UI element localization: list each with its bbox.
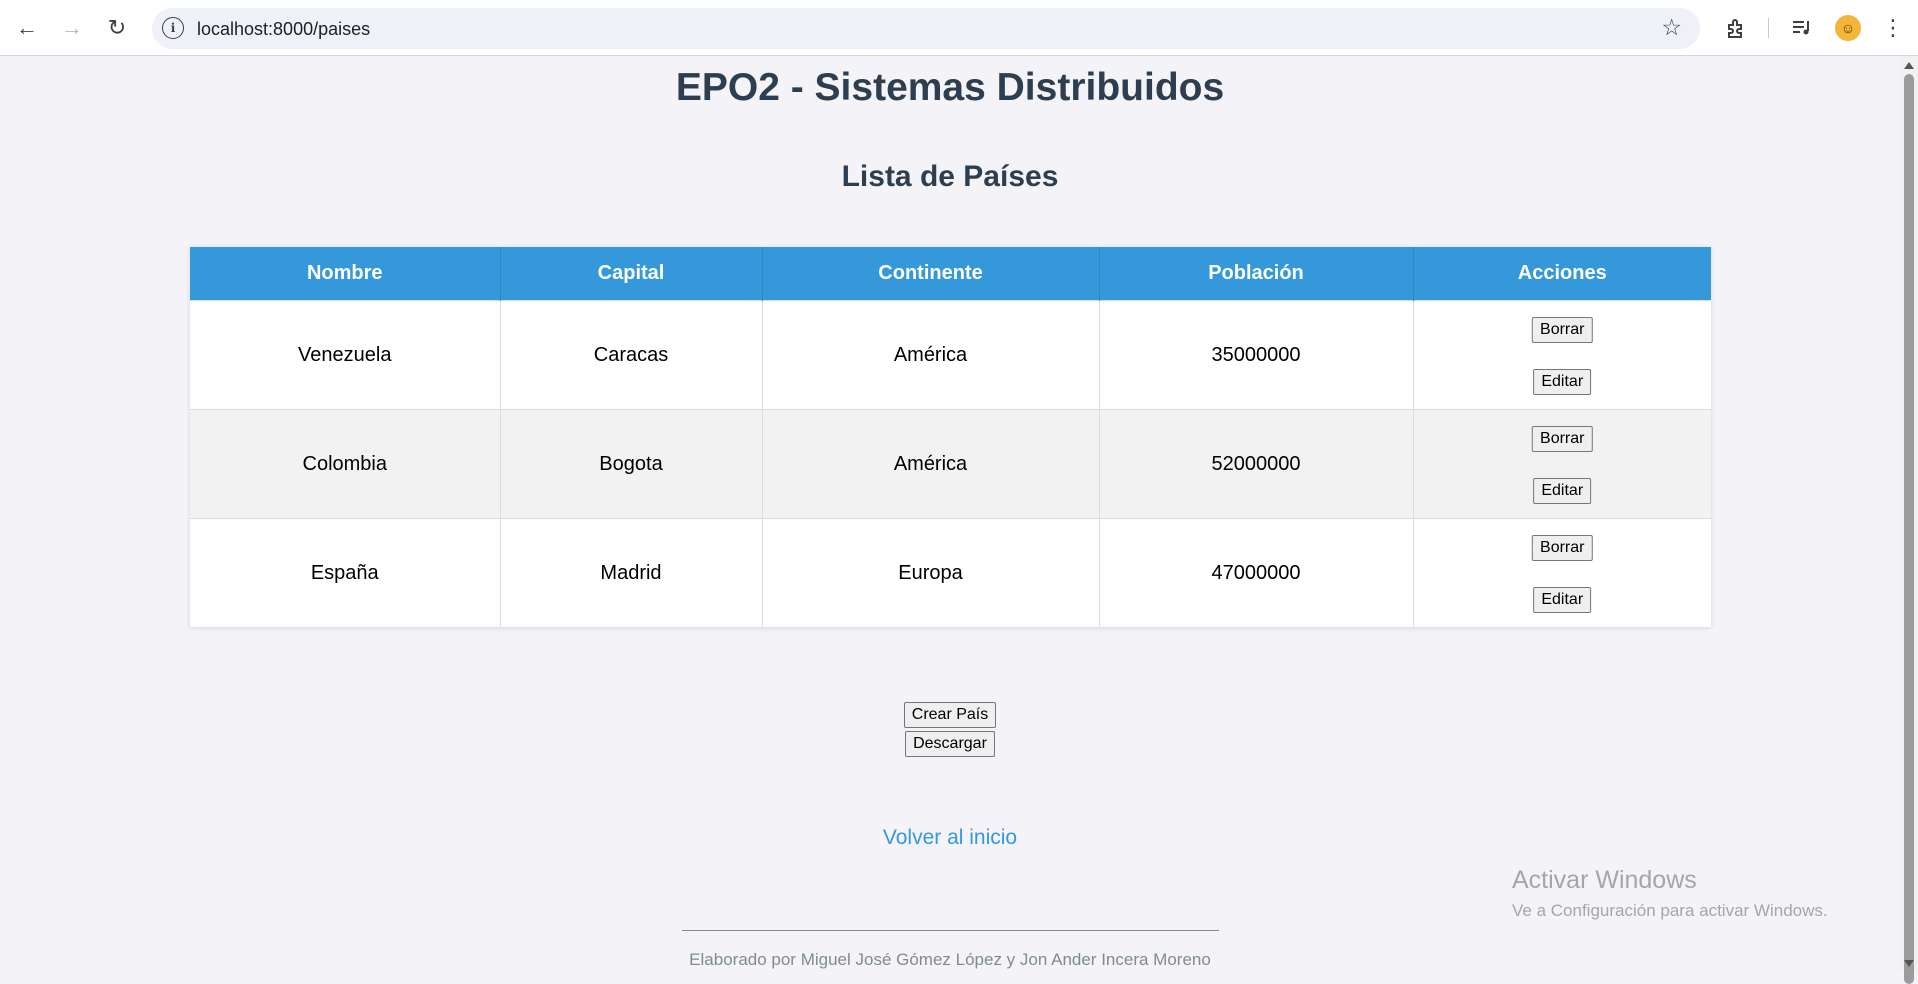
cell-acciones: Borrar Editar (1413, 409, 1711, 519)
cell-continente: América (762, 409, 1100, 519)
column-header-acciones: Acciones (1413, 247, 1711, 301)
column-header-continente: Continente (762, 247, 1100, 301)
watermark-title: Activar Windows (1512, 866, 1697, 894)
cell-capital: Madrid (500, 518, 763, 627)
address-url[interactable]: localhost:8000/paises (197, 19, 370, 40)
cell-acciones: Borrar Editar (1413, 518, 1711, 627)
page-actions: Crear País Descargar (0, 702, 1900, 760)
kebab-menu-icon[interactable]: ⋮ (1876, 10, 1910, 46)
table-row: España Madrid Europa 47000000 Borrar Edi… (190, 518, 1711, 627)
bookmark-star-icon[interactable]: ☆ (1661, 14, 1682, 41)
cell-continente: América (762, 300, 1100, 410)
cell-nombre: Colombia (190, 409, 501, 519)
delete-button[interactable]: Borrar (1532, 535, 1593, 561)
address-bar[interactable]: i localhost:8000/paises ☆ (152, 8, 1700, 49)
column-header-nombre: Nombre (190, 247, 501, 301)
countries-table: Nombre Capital Continente Población Acci… (190, 247, 1711, 627)
cell-capital: Caracas (500, 300, 763, 410)
cell-capital: Bogota (500, 409, 763, 519)
browser-toolbar: ← → ↻ i localhost:8000/paises ☆ ☺ ⋮ (0, 0, 1918, 56)
cell-poblacion: 52000000 (1099, 409, 1414, 519)
extensions-puzzle-icon[interactable] (1719, 10, 1753, 46)
windows-activation-watermark: Activar Windows Ve a Configuración para … (1512, 866, 1828, 921)
back-home-link-wrapper: Volver al inicio (0, 826, 1900, 850)
cell-nombre: España (190, 518, 501, 627)
footer-credits: Elaborado por Miguel José Gómez López y … (689, 950, 1211, 969)
cell-acciones: Borrar Editar (1413, 300, 1711, 410)
vertical-scrollbar[interactable] (1900, 56, 1918, 984)
forward-arrow-icon[interactable]: → (52, 8, 92, 48)
watermark-subtitle: Ve a Configuración para activar Windows. (1512, 901, 1828, 920)
toolbar-separator (1768, 18, 1769, 38)
page-title: EPO2 - Sistemas Distribuidos (675, 66, 1225, 109)
reload-icon[interactable]: ↻ (97, 8, 137, 48)
delete-button[interactable]: Borrar (1532, 426, 1593, 452)
site-info-icon[interactable]: i (162, 17, 184, 39)
column-header-poblacion: Población (1099, 247, 1414, 301)
table-header-row: Nombre Capital Continente Población Acci… (190, 247, 1711, 301)
cell-poblacion: 47000000 (1099, 518, 1414, 627)
back-home-link[interactable]: Volver al inicio (883, 826, 1017, 849)
cell-poblacion: 35000000 (1099, 300, 1414, 410)
footer-divider (682, 930, 1219, 931)
media-controls-icon[interactable] (1785, 10, 1819, 46)
table-row: Venezuela Caracas América 35000000 Borra… (190, 300, 1711, 410)
profile-avatar[interactable]: ☺ (1835, 15, 1861, 41)
section-title: Lista de Países (841, 160, 1059, 193)
edit-button[interactable]: Editar (1533, 369, 1592, 395)
edit-button[interactable]: Editar (1533, 587, 1592, 613)
cell-continente: Europa (762, 518, 1100, 627)
download-button[interactable]: Descargar (905, 731, 995, 757)
create-country-button[interactable]: Crear País (903, 702, 997, 728)
table-row: Colombia Bogota América 52000000 Borrar … (190, 409, 1711, 519)
edit-button[interactable]: Editar (1533, 478, 1592, 504)
scroll-thumb[interactable] (1904, 74, 1914, 984)
back-arrow-icon[interactable]: ← (7, 8, 47, 48)
scroll-down-arrow-icon[interactable] (1904, 960, 1914, 967)
delete-button[interactable]: Borrar (1532, 317, 1593, 343)
scroll-up-arrow-icon[interactable] (1904, 62, 1914, 69)
cell-nombre: Venezuela (190, 300, 501, 410)
column-header-capital: Capital (500, 247, 763, 301)
